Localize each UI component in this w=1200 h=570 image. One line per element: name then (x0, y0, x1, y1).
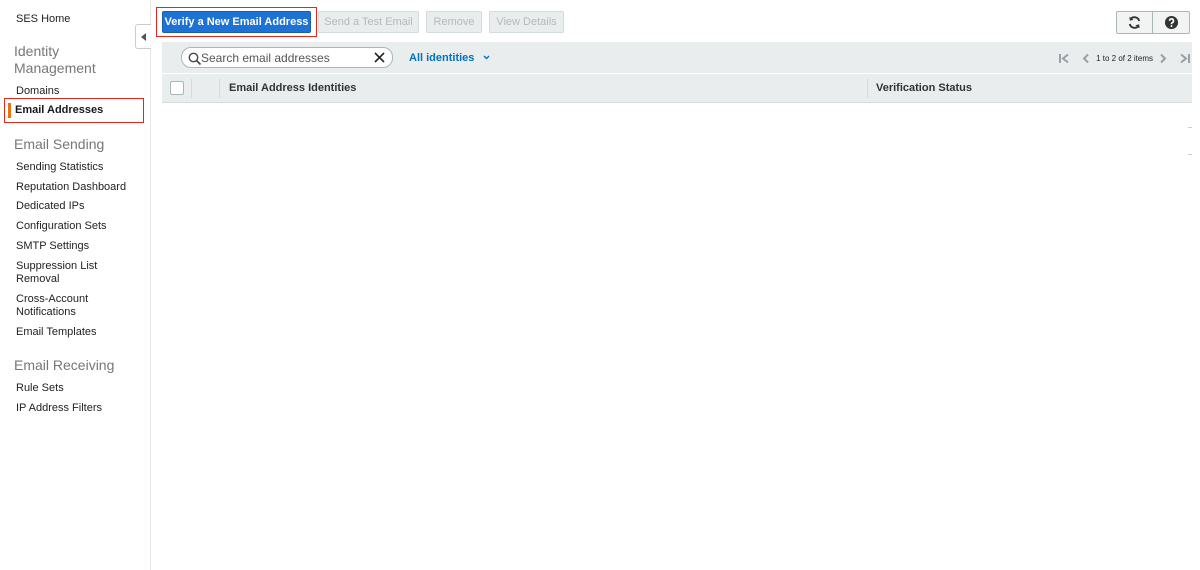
scroll-edge-mark (1188, 127, 1192, 128)
sidebar-collapse-button[interactable] (135, 24, 151, 49)
last-page-icon[interactable] (1178, 51, 1192, 65)
sidebar-item-configuration-sets[interactable]: Configuration Sets (16, 220, 107, 233)
sidebar-item-suppression-list-removal[interactable]: Suppression List Removal (16, 260, 111, 286)
send-test-email-button[interactable]: Send a Test Email (318, 11, 419, 33)
sidebar-section-email-receiving: Email Receiving (14, 357, 115, 373)
sidebar-item-sending-statistics[interactable]: Sending Statistics (16, 161, 103, 174)
refresh-icon (1128, 16, 1141, 29)
help-button[interactable] (1153, 11, 1190, 34)
filter-bar: All identities 1 to 2 of 2 items (162, 42, 1192, 73)
column-header-verification-status[interactable]: Verification Status (876, 82, 972, 94)
caret-left-icon (141, 32, 146, 41)
column-divider (219, 79, 220, 98)
table-body (162, 104, 1192, 224)
active-indicator (8, 103, 11, 118)
sidebar-item-label: Email Addresses (15, 104, 104, 116)
view-details-button[interactable]: View Details (489, 11, 564, 33)
sidebar-item-ip-address-filters[interactable]: IP Address Filters (16, 402, 102, 415)
sidebar-item-cross-account-notifications[interactable]: Cross-Account Notifications (16, 293, 106, 319)
table-header: Email Address Identities Verification St… (162, 74, 1192, 103)
sidebar: SES Home Identity Management Domains Ema… (0, 0, 151, 570)
column-header-email-identities[interactable]: Email Address Identities (229, 82, 356, 94)
sidebar-item-smtp-settings[interactable]: SMTP Settings (16, 240, 89, 253)
sidebar-item-domains[interactable]: Domains (16, 85, 59, 98)
search-box (181, 47, 393, 68)
previous-page-icon[interactable] (1079, 51, 1093, 65)
pagination-text: 1 to 2 of 2 items (1096, 53, 1153, 63)
identities-filter-dropdown[interactable]: All identities (409, 52, 490, 64)
identities-filter-label: All identities (409, 52, 475, 64)
next-page-icon[interactable] (1156, 51, 1170, 65)
sidebar-section-email-sending: Email Sending (14, 136, 105, 152)
scroll-edge-mark (1188, 154, 1192, 155)
column-divider (191, 79, 192, 98)
verify-new-email-button[interactable]: Verify a New Email Address (162, 11, 311, 33)
close-icon[interactable] (373, 51, 386, 64)
chevron-down-icon (483, 55, 490, 60)
help-icon (1164, 15, 1178, 30)
search-input[interactable] (201, 50, 371, 65)
sidebar-item-email-addresses[interactable]: Email Addresses (4, 98, 144, 123)
sidebar-section-identity-management: Identity Management (14, 43, 96, 76)
select-all-checkbox[interactable] (170, 81, 184, 95)
pagination: 1 to 2 of 2 items (1057, 51, 1192, 65)
sidebar-item-ses-home[interactable]: SES Home (16, 13, 70, 26)
sidebar-item-email-templates[interactable]: Email Templates (16, 326, 97, 339)
column-divider[interactable] (867, 79, 868, 98)
sidebar-item-reputation-dashboard[interactable]: Reputation Dashboard (16, 181, 126, 194)
first-page-icon[interactable] (1057, 51, 1071, 65)
search-icon (188, 52, 202, 66)
remove-button[interactable]: Remove (426, 11, 482, 33)
sidebar-item-rule-sets[interactable]: Rule Sets (16, 382, 64, 395)
refresh-button[interactable] (1116, 11, 1153, 34)
sidebar-item-dedicated-ips[interactable]: Dedicated IPs (16, 200, 84, 213)
